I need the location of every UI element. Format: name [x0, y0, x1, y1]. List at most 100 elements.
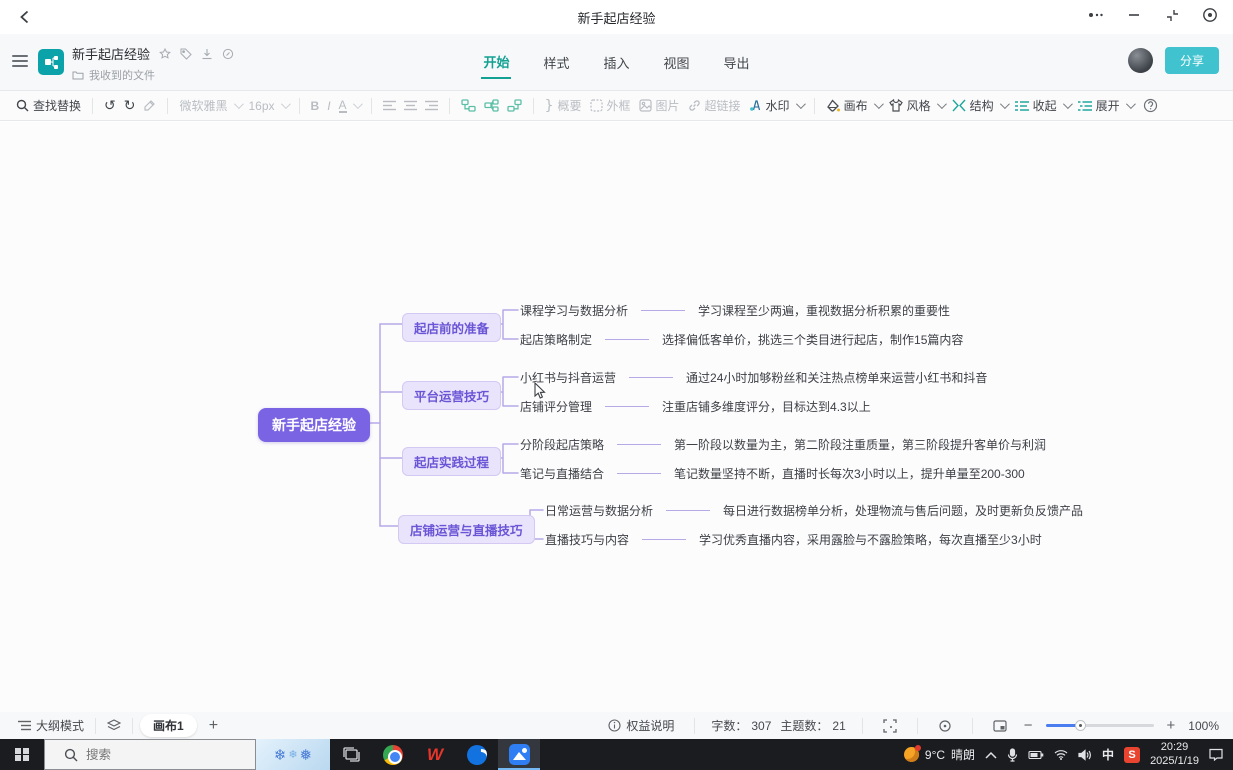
font-color-button[interactable]: A — [335, 96, 364, 116]
mindmap-app[interactable] — [498, 739, 540, 770]
subtopic-label[interactable]: 直播技巧与内容 — [545, 531, 629, 548]
microphone-tray[interactable] — [1007, 748, 1018, 762]
rights-button[interactable]: 权益说明 — [604, 714, 678, 737]
undo-button[interactable]: ↺ — [100, 96, 120, 116]
hyperlink-button[interactable]: 超链接 — [684, 94, 745, 117]
outer-frame-button[interactable]: 外框 — [586, 94, 635, 117]
subtopic-note[interactable]: 每日进行数据榜单分析，处理物流与售后问题，及时更新负反馈产品 — [723, 502, 1083, 519]
download-icon[interactable] — [201, 48, 213, 60]
search-input[interactable] — [86, 748, 236, 762]
mindmap-root-node[interactable]: 新手起店经验 — [258, 408, 370, 442]
avatar[interactable] — [1128, 48, 1153, 73]
branch-node-4[interactable]: 店铺运营与直播技巧 — [398, 515, 535, 544]
minimize-icon[interactable] — [1125, 6, 1143, 24]
align-left-button[interactable] — [379, 97, 400, 114]
structure-button[interactable]: 结构 — [948, 94, 1011, 117]
subtopic-label[interactable]: 店铺评分管理 — [520, 398, 592, 415]
add-canvas-button[interactable]: + — [205, 714, 222, 738]
minimap-button[interactable] — [989, 717, 1011, 735]
subtopic-note[interactable]: 学习课程至少两遍，重视数据分析积累的重要性 — [698, 302, 950, 319]
wps-app[interactable]: W — [414, 739, 456, 770]
subtopic-note[interactable]: 学习优秀直播内容，采用露脸与不露脸策略，每次直播至少3小时 — [699, 531, 1042, 548]
document-location[interactable]: 我收到的文件 — [89, 67, 155, 83]
align-center-button[interactable] — [400, 97, 421, 114]
outline-mode-button[interactable]: 大纲模式 — [14, 714, 88, 737]
weather-tray[interactable]: 9°C 晴朗 — [904, 746, 975, 763]
chrome-app[interactable] — [372, 739, 414, 770]
branch-node-2[interactable]: 平台运营技巧 — [402, 381, 501, 410]
expand-button[interactable]: 展开 — [1074, 94, 1137, 117]
favorite-star-icon[interactable] — [159, 48, 171, 60]
branch-node-3[interactable]: 起店实践过程 — [402, 447, 501, 476]
subtopic-label[interactable]: 日常运营与数据分析 — [545, 502, 653, 519]
zoom-slider[interactable] — [1046, 724, 1154, 727]
task-view-button[interactable] — [330, 739, 372, 770]
locate-center-button[interactable] — [934, 716, 956, 736]
sogou-ime-icon[interactable]: S — [1124, 747, 1140, 763]
menu-icon[interactable] — [12, 55, 28, 67]
summary-button[interactable]: } 概要 — [541, 94, 586, 117]
subtopic-note[interactable]: 第一阶段以数量为主，第二阶段注重质量，第三阶段提升客单价与利润 — [674, 436, 1046, 453]
rename-icon[interactable] — [222, 48, 234, 60]
more-options-icon[interactable] — [1087, 6, 1105, 24]
notification-center-button[interactable] — [1209, 748, 1223, 761]
browser-app[interactable] — [456, 739, 498, 770]
italic-button[interactable]: I — [323, 96, 334, 116]
find-replace-button[interactable]: 查找替换 — [12, 94, 85, 117]
tab-export[interactable]: 导出 — [722, 47, 752, 78]
weather-widget[interactable]: ❄ ❄ ❅ — [256, 739, 330, 770]
tab-insert[interactable]: 插入 — [601, 47, 631, 78]
zoom-in-button[interactable]: + — [1163, 714, 1180, 737]
topic-count-label: 主题数： — [780, 717, 828, 734]
insert-topic-button[interactable] — [457, 96, 480, 115]
format-painter-button[interactable] — [139, 96, 160, 115]
font-size-select[interactable]: 16px — [245, 96, 292, 116]
insert-subtopic-button[interactable] — [480, 96, 503, 115]
app-header: 新手起店经验 我收到的文件 开始 样式 插入 视图 导出 — [0, 34, 1233, 90]
battery-tray[interactable] — [1028, 750, 1044, 760]
start-button[interactable] — [0, 739, 44, 770]
redo-button[interactable]: ↻ — [120, 96, 140, 116]
subtopic-note[interactable]: 注重店铺多维度评分，目标达到4.3以上 — [662, 398, 871, 415]
mouse-cursor — [533, 382, 547, 400]
ime-indicator[interactable]: 中 — [1102, 746, 1114, 763]
subtopic-note[interactable]: 通过24小时加够粉丝和关注热点榜单来运营小红书和抖音 — [686, 369, 987, 386]
collapse-button[interactable]: 收起 — [1011, 94, 1074, 117]
mindmap-canvas[interactable]: 新手起店经验 起店前的准备 平台运营技巧 起店实践过程 店铺运营与直播技巧 课程… — [0, 122, 1233, 712]
subtopic-note[interactable]: 笔记数量坚持不断，直播时长每次3小时以上，提升单量至200-300 — [674, 465, 1025, 482]
help-button[interactable] — [1139, 95, 1162, 116]
align-right-button[interactable] — [421, 97, 442, 114]
watermark-button[interactable]: 水印 — [745, 94, 807, 117]
bold-button[interactable]: B — [307, 96, 324, 116]
insert-image-button[interactable]: 图片 — [635, 94, 684, 117]
restore-icon[interactable] — [1163, 6, 1181, 24]
layers-button[interactable] — [103, 716, 125, 735]
canvas-tab[interactable]: 画布1 — [140, 714, 197, 737]
subtopic-label[interactable]: 笔记与直播结合 — [520, 465, 604, 482]
volume-tray[interactable] — [1078, 749, 1092, 761]
taskbar-clock[interactable]: 20:29 2025/1/19 — [1150, 741, 1199, 769]
subtopic-label[interactable]: 课程学习与数据分析 — [520, 302, 628, 319]
subtopic-note[interactable]: 选择偏低客单价，挑选三个类目进行起店，制作15篇内容 — [662, 331, 963, 348]
font-family-select[interactable]: 微软雅黑 — [175, 94, 244, 117]
tab-style[interactable]: 样式 — [541, 47, 571, 78]
tag-icon[interactable] — [180, 48, 192, 60]
share-button[interactable]: 分享 — [1165, 47, 1219, 74]
fit-screen-button[interactable] — [879, 716, 901, 736]
record-icon[interactable] — [1201, 6, 1219, 24]
style-button[interactable]: 风格 — [885, 94, 948, 117]
zoom-slider-handle[interactable] — [1075, 720, 1086, 731]
help-icon — [1143, 98, 1158, 113]
subtopic-label[interactable]: 分阶段起店策略 — [520, 436, 604, 453]
hidden-icons-button[interactable] — [985, 751, 997, 759]
fit-screen-icon — [883, 719, 897, 733]
tab-view[interactable]: 视图 — [662, 47, 692, 78]
subtopic-label[interactable]: 起店策略制定 — [520, 331, 592, 348]
insert-parent-topic-button[interactable] — [503, 96, 526, 115]
taskbar-search[interactable] — [44, 739, 256, 770]
wifi-tray[interactable] — [1054, 749, 1068, 760]
branch-node-1[interactable]: 起店前的准备 — [402, 313, 501, 342]
tab-start[interactable]: 开始 — [481, 46, 511, 79]
canvas-button[interactable]: 画布 — [822, 94, 885, 117]
zoom-out-button[interactable]: − — [1020, 714, 1037, 737]
